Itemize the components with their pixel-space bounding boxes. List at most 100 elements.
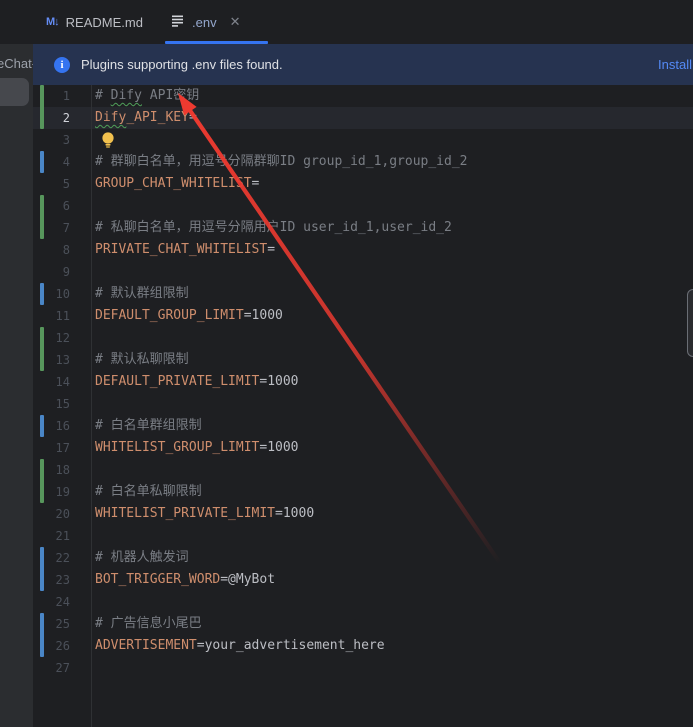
line-number: 25 (33, 613, 70, 635)
line-number: 27 (33, 657, 70, 679)
code-line-18[interactable]: 18 (33, 459, 693, 481)
code-line-24[interactable]: 24 (33, 591, 693, 613)
code-text: # 白名单私聊限制 (95, 481, 202, 503)
gutter-added-bar[interactable] (40, 327, 44, 371)
code-text: PRIVATE_CHAT_WHITELIST= (95, 239, 275, 261)
vertical-scrollbar[interactable] (687, 289, 693, 357)
tab-readme-label: README.md (66, 15, 143, 30)
tab-env-label: .env (192, 15, 217, 30)
gutter-modified-bar[interactable] (40, 283, 44, 305)
line-number: 20 (33, 503, 70, 525)
code-line-15[interactable]: 15 (33, 393, 693, 415)
code-text: GROUP_CHAT_WHITELIST= (95, 173, 259, 195)
code-text: WHITELIST_PRIVATE_LIMIT=1000 (95, 503, 314, 525)
close-icon[interactable]: ✕ (230, 14, 241, 30)
gutter-divider (91, 85, 92, 727)
code-line-10[interactable]: 10 # 默认群组限制 (33, 283, 693, 305)
code-line-23[interactable]: 23 BOT_TRIGGER_WORD=@MyBot (33, 569, 693, 591)
line-number: 12 (33, 327, 70, 349)
tab-env[interactable]: .env ✕ (171, 0, 240, 44)
code-editor[interactable]: 1 # Dify API密钥 2 Dify_API_KEY= 34 # 群聊白名单，用逗号… (33, 85, 693, 727)
code-text: # 私聊白名单，用逗号分隔用户ID user_id_1,user_id_2 (95, 217, 452, 239)
line-number: 13 (33, 349, 70, 371)
code-line-1[interactable]: 1 # Dify API密钥 (33, 85, 693, 107)
code-line-11[interactable]: 11 DEFAULT_GROUP_LIMIT=1000 (33, 305, 693, 327)
code-line-8[interactable]: 8 PRIVATE_CHAT_WHITELIST= (33, 239, 693, 261)
line-number: 6 (33, 195, 70, 217)
install-plugins-link[interactable]: Install (658, 57, 692, 72)
line-number: 23 (33, 569, 70, 591)
line-number: 22 (33, 547, 70, 569)
gutter-modified-bar[interactable] (40, 415, 44, 437)
code-text: Dify_API_KEY= (95, 107, 197, 129)
project-tree-item-partial[interactable]: eChat- (0, 56, 36, 71)
code-line-22[interactable]: 22 # 机器人触发词 (33, 547, 693, 569)
gutter-added-bar[interactable] (40, 85, 44, 129)
line-number: 24 (33, 591, 70, 613)
code-line-9[interactable]: 9 (33, 261, 693, 283)
line-number: 15 (33, 393, 70, 415)
code-line-12[interactable]: 12 (33, 327, 693, 349)
code-line-5[interactable]: 5 GROUP_CHAT_WHITELIST= (33, 173, 693, 195)
line-number: 18 (33, 459, 70, 481)
tab-readme[interactable]: M↓ README.md (46, 0, 143, 44)
line-number: 10 (33, 283, 70, 305)
line-number: 17 (33, 437, 70, 459)
code-line-13[interactable]: 13 # 默认私聊限制 (33, 349, 693, 371)
code-line-6[interactable]: 6 (33, 195, 693, 217)
code-text: # 白名单群组限制 (95, 415, 202, 437)
line-number: 26 (33, 635, 70, 657)
editor-tab-bar: M↓ README.md .env ✕ (33, 0, 693, 44)
code-line-19[interactable]: 19 # 白名单私聊限制 (33, 481, 693, 503)
line-number: 11 (33, 305, 70, 327)
line-number: 2 (33, 107, 70, 129)
line-number: 4 (33, 151, 70, 173)
code-text: # 默认群组限制 (95, 283, 189, 305)
code-line-25[interactable]: 25 # 广告信息小尾巴 (33, 613, 693, 635)
code-text: # 默认私聊限制 (95, 349, 189, 371)
code-line-2[interactable]: 2 Dify_API_KEY= (33, 107, 693, 129)
line-number: 3 (33, 129, 70, 151)
code-text: # Dify API密钥 (95, 85, 199, 107)
ide-window: eChat- M↓ README.md .env ✕ i Plugins sup… (0, 0, 693, 727)
gutter-modified-bar[interactable] (40, 613, 44, 657)
code-line-3[interactable]: 3 (33, 129, 693, 151)
code-line-7[interactable]: 7 # 私聊白名单，用逗号分隔用户ID user_id_1,user_id_2 (33, 217, 693, 239)
info-icon: i (54, 57, 70, 73)
code-text: WHITELIST_GROUP_LIMIT=1000 (95, 437, 299, 459)
code-line-21[interactable]: 21 (33, 525, 693, 547)
code-line-26[interactable]: 26 ADVERTISEMENT=your_advertisement_here (33, 635, 693, 657)
code-text: DEFAULT_PRIVATE_LIMIT=1000 (95, 371, 299, 393)
line-number: 19 (33, 481, 70, 503)
line-number: 1 (33, 85, 70, 107)
line-number: 7 (33, 217, 70, 239)
code-text: BOT_TRIGGER_WORD=@MyBot (95, 569, 275, 591)
gutter-added-bar[interactable] (40, 459, 44, 503)
markdown-icon: M↓ (46, 16, 59, 28)
code-text: # 群聊白名单，用逗号分隔群聊ID group_id_1,group_id_2 (95, 151, 468, 173)
code-line-27[interactable]: 27 (33, 657, 693, 679)
text-file-icon (171, 14, 185, 30)
code-line-4[interactable]: 4 # 群聊白名单，用逗号分隔群聊ID group_id_1,group_id_2 (33, 151, 693, 173)
code-line-17[interactable]: 17 WHITELIST_GROUP_LIMIT=1000 (33, 437, 693, 459)
line-number: 5 (33, 173, 70, 195)
project-panel-button-fragment[interactable] (0, 78, 29, 106)
code-text: # 机器人触发词 (95, 547, 189, 569)
line-number: 8 (33, 239, 70, 261)
line-number: 14 (33, 371, 70, 393)
code-line-16[interactable]: 16 # 白名单群组限制 (33, 415, 693, 437)
code-text: ADVERTISEMENT=your_advertisement_here (95, 635, 385, 657)
line-number: 16 (33, 415, 70, 437)
gutter-added-bar[interactable] (40, 195, 44, 239)
gutter-modified-bar[interactable] (40, 547, 44, 591)
project-panel-sliver: eChat- (0, 44, 33, 727)
gutter-modified-bar[interactable] (40, 151, 44, 173)
code-line-20[interactable]: 20 WHITELIST_PRIVATE_LIMIT=1000 (33, 503, 693, 525)
code-line-14[interactable]: 14 DEFAULT_PRIVATE_LIMIT=1000 (33, 371, 693, 393)
code-text: DEFAULT_GROUP_LIMIT=1000 (95, 305, 283, 327)
line-number: 21 (33, 525, 70, 547)
code-text: # 广告信息小尾巴 (95, 613, 202, 635)
banner-message: Plugins supporting .env files found. (81, 57, 283, 72)
line-number: 9 (33, 261, 70, 283)
plugin-suggestion-banner: i Plugins supporting .env files found. I… (33, 44, 693, 85)
